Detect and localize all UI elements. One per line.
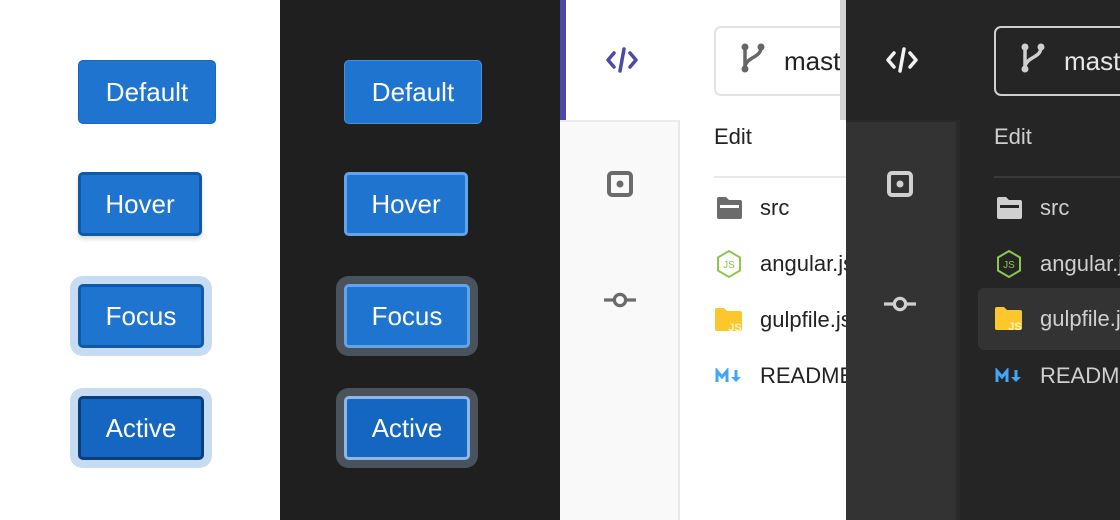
nodejs-icon: JS bbox=[714, 249, 744, 279]
default-button[interactable]: Default bbox=[78, 60, 216, 124]
hover-button[interactable]: Hover bbox=[344, 172, 468, 236]
branch-selector[interactable]: master bbox=[714, 26, 846, 96]
square-dot-icon[interactable] bbox=[884, 168, 916, 200]
code-icon[interactable] bbox=[600, 42, 644, 78]
file-item[interactable]: src bbox=[978, 186, 1120, 230]
nodejs-icon: JS bbox=[994, 249, 1024, 279]
svg-text:JS: JS bbox=[1003, 260, 1015, 271]
activity-sidebar bbox=[846, 120, 960, 520]
file-name: src bbox=[1040, 195, 1070, 220]
dark-button-states: Default Hover Focus Active bbox=[280, 0, 560, 520]
edit-menu[interactable]: Edit bbox=[714, 124, 752, 150]
focus-button[interactable]: Focus bbox=[344, 284, 470, 348]
divider bbox=[714, 176, 846, 178]
active-button[interactable]: Active bbox=[78, 396, 204, 460]
focus-button[interactable]: Focus bbox=[78, 284, 204, 348]
file-name: gulpfile.js bbox=[1040, 306, 1120, 331]
git-branch-icon bbox=[740, 42, 766, 81]
markdown-icon bbox=[994, 361, 1024, 391]
light-button-states: Default Hover Focus Active bbox=[0, 0, 280, 520]
svg-text:JS: JS bbox=[728, 322, 741, 333]
file-name: src bbox=[760, 195, 790, 220]
file-name: angular.json bbox=[760, 251, 846, 276]
folder-icon bbox=[994, 193, 1024, 223]
ide-light: master Edit src JS angular.json JS gulpf… bbox=[560, 0, 846, 520]
js-folder-icon: JS bbox=[714, 305, 744, 335]
square-dot-icon[interactable] bbox=[604, 168, 636, 200]
default-button[interactable]: Default bbox=[344, 60, 482, 124]
branch-selector[interactable]: master bbox=[994, 26, 1120, 96]
divider bbox=[994, 176, 1120, 178]
file-name: gulpfile.js bbox=[760, 307, 846, 332]
markdown-icon bbox=[714, 361, 744, 391]
active-accent-bar bbox=[560, 0, 566, 120]
svg-text:JS: JS bbox=[1008, 321, 1021, 332]
activity-sidebar bbox=[560, 120, 680, 520]
ide-dark: master Edit src JS angular.json JS gulpf… bbox=[846, 0, 1120, 520]
file-item[interactable]: README.md bbox=[978, 354, 1120, 398]
file-item[interactable]: README.md bbox=[714, 354, 846, 398]
active-button[interactable]: Active bbox=[344, 396, 470, 460]
hover-button[interactable]: Hover bbox=[78, 172, 202, 236]
edit-menu[interactable]: Edit bbox=[994, 124, 1032, 150]
git-commit-icon[interactable] bbox=[604, 284, 636, 316]
code-icon[interactable] bbox=[880, 42, 924, 78]
file-item[interactable]: JS gulpfile.js bbox=[714, 298, 846, 342]
file-item[interactable]: src bbox=[714, 186, 846, 230]
file-name: README.md bbox=[760, 363, 846, 388]
file-item[interactable]: JS angular.json bbox=[714, 242, 846, 286]
branch-name: master bbox=[1064, 45, 1120, 76]
file-name: README.md bbox=[1040, 363, 1120, 388]
file-name: angular.json bbox=[1040, 251, 1120, 276]
file-item[interactable]: JS angular.json bbox=[978, 242, 1120, 286]
js-folder-icon: JS bbox=[994, 304, 1024, 334]
file-item-selected[interactable]: JS gulpfile.js bbox=[978, 288, 1120, 350]
svg-text:JS: JS bbox=[723, 260, 735, 271]
git-branch-icon bbox=[1020, 42, 1046, 81]
branch-name: master bbox=[784, 45, 846, 76]
git-commit-icon[interactable] bbox=[884, 288, 916, 320]
folder-icon bbox=[714, 193, 744, 223]
